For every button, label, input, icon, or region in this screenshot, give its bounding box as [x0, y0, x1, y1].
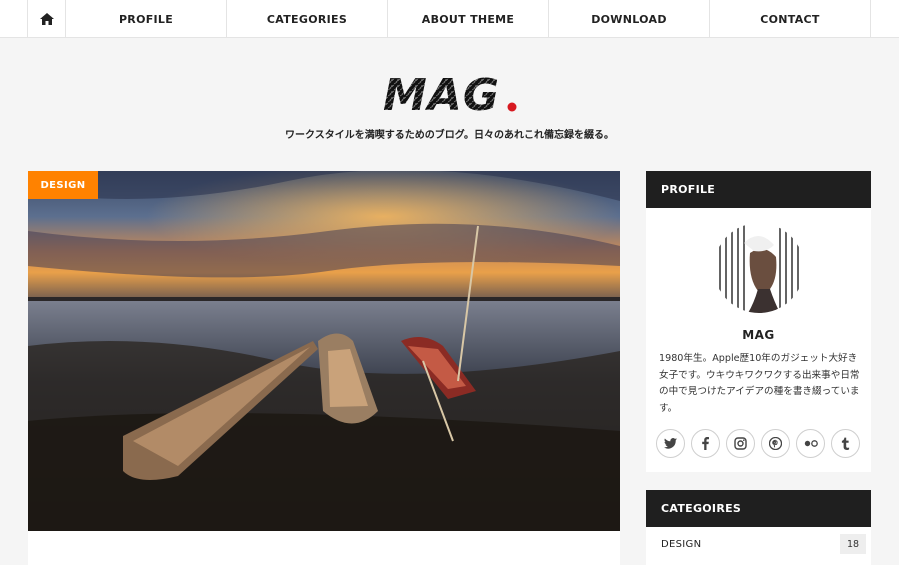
pinterest-icon [769, 437, 782, 450]
instagram-button[interactable] [726, 429, 755, 458]
tumblr-icon [841, 437, 850, 450]
top-nav: PROFILE CATEGORIES ABOUT THEME DOWNLOAD … [0, 0, 899, 38]
site-tagline: ワークスタイルを満喫するためのブログ。日々のあれこれ備忘録を綴る。 [285, 130, 614, 141]
sunset-boats-photo [28, 171, 620, 531]
nav-item-contact[interactable]: CONTACT [710, 0, 871, 38]
twitter-icon [664, 438, 677, 449]
category-item-design[interactable]: DESIGN 18 [646, 533, 871, 557]
flickr-icon [804, 440, 818, 447]
flickr-button[interactable] [796, 429, 825, 458]
category-badge[interactable]: DESIGN [28, 171, 98, 199]
tumblr-button[interactable] [831, 429, 860, 458]
profile-name: MAG [742, 328, 775, 342]
profile-widget: MAG 1980年生。Apple歴10年のガジェット大好き女子です。ウキウキワク… [646, 208, 871, 472]
facebook-button[interactable] [691, 429, 720, 458]
logo-dot [507, 102, 517, 112]
profile-bio: 1980年生。Apple歴10年のガジェット大好き女子です。ウキウキワクワクする… [659, 353, 860, 414]
category-label: DESIGN [661, 539, 702, 550]
avatar[interactable] [714, 223, 804, 313]
home-icon [39, 13, 54, 25]
nav-item-profile[interactable]: PROFILE [66, 0, 227, 38]
facebook-icon [702, 437, 709, 450]
logo-text: MAG [383, 70, 500, 116]
category-count: 18 [840, 534, 866, 554]
post-card [28, 531, 620, 565]
categories-widget-title: CATEGOIRES [646, 490, 871, 527]
nav-item-about-theme[interactable]: ABOUT THEME [388, 0, 549, 38]
site-logo[interactable]: MAG [382, 70, 522, 121]
profile-widget-title: PROFILE [646, 171, 871, 208]
twitter-button[interactable] [656, 429, 685, 458]
instagram-icon [734, 437, 747, 450]
pinterest-button[interactable] [761, 429, 790, 458]
featured-post-image[interactable] [28, 171, 620, 531]
nav-item-categories[interactable]: CATEGORIES [227, 0, 388, 38]
categories-widget: DESIGN 18 [646, 527, 871, 565]
nav-item-download[interactable]: DOWNLOAD [549, 0, 710, 38]
nav-home-button[interactable] [27, 0, 66, 38]
